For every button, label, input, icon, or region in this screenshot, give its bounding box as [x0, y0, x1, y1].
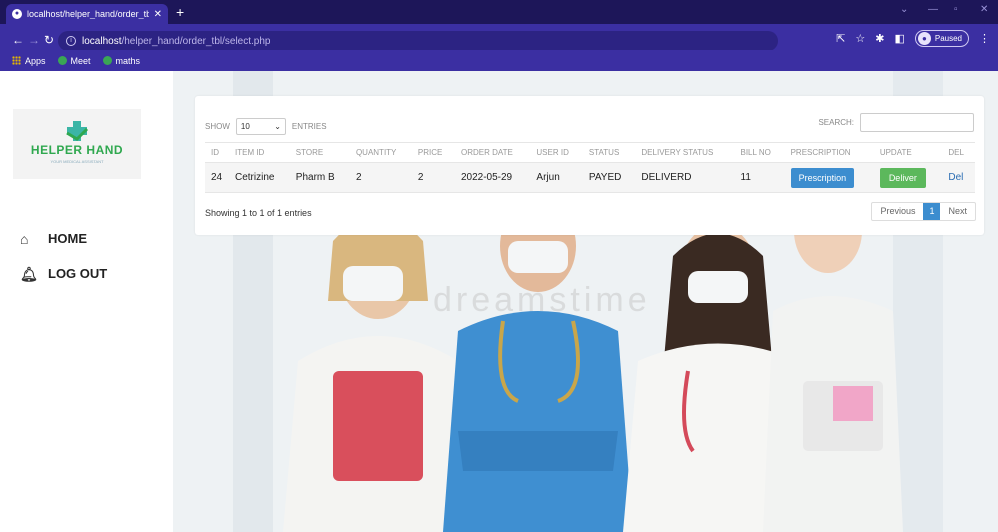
entries-label: ENTRIES: [291, 122, 327, 131]
maths-icon: [102, 56, 112, 65]
nav-logout[interactable]: 🔔︎ LOG OUT: [20, 266, 107, 281]
cell-status: PAYED: [582, 162, 636, 193]
orders-table-card: SHOW 10 ⌄ ENTRIES SEARCH: ID ITEM ID STO…: [195, 96, 984, 235]
cell-update: Deliver: [873, 162, 943, 193]
orders-table: ID ITEM ID STORE QUANTITY PRICE ORDER DA…: [205, 142, 975, 193]
search-label: SEARCH:: [818, 118, 854, 127]
cell-prescription: Prescription: [784, 162, 874, 193]
toolbar-right: ⇱ ☆ ✱ ◧ ● Paused ⋮: [836, 30, 990, 47]
deliver-button[interactable]: Deliver: [879, 167, 926, 188]
cell-store: Pharm B: [289, 162, 350, 193]
nav-home[interactable]: ⌂ HOME: [20, 231, 87, 246]
next-button[interactable]: Next: [940, 203, 975, 220]
back-icon[interactable]: ←: [12, 34, 24, 46]
close-window-icon[interactable]: ✕: [980, 4, 988, 15]
watermark: dreamstime: [433, 281, 651, 319]
forward-icon[interactable]: →: [28, 34, 40, 46]
url-path: /helper_hand/order_tbl/select.php: [121, 35, 271, 47]
column-header[interactable]: QUANTITY: [349, 142, 412, 163]
url-host: localhost: [82, 35, 122, 47]
cell-user-id: Arjun: [530, 162, 583, 193]
table-row: 24 Cetrizine Pharm B 2 2 2022-05-29 Arju…: [205, 162, 975, 193]
entries-control: SHOW 10 ⌄ ENTRIES: [205, 118, 327, 135]
chevron-down-icon: ⌄: [274, 122, 281, 131]
nav-label: HOME: [48, 231, 87, 246]
share-icon[interactable]: ⇱: [836, 32, 845, 45]
column-header[interactable]: ITEM ID: [229, 142, 290, 163]
show-label: SHOW: [205, 122, 230, 131]
reload-icon[interactable]: ↻: [44, 34, 54, 46]
search-input[interactable]: [860, 113, 974, 132]
home-icon: ⌂: [20, 230, 29, 247]
cell-quantity: 2: [349, 162, 412, 193]
page-1-button[interactable]: 1: [923, 203, 941, 220]
entries-value: 10: [240, 122, 250, 131]
pagination: Previous 1 Next: [871, 202, 976, 221]
minimize-icon[interactable]: —: [928, 4, 938, 15]
logo-tagline: YOUR MEDICAL ASSISTANT: [50, 159, 104, 164]
cell-order-date: 2022-05-29: [454, 162, 531, 193]
logo: HELPER HAND YOUR MEDICAL ASSISTANT: [13, 109, 141, 179]
cell-item-id: Cetrizine: [229, 162, 290, 193]
close-tab-icon[interactable]: ✕: [154, 9, 162, 20]
bookmark-label: Meet: [70, 55, 91, 66]
medical-cross-icon: [66, 121, 89, 141]
column-header[interactable]: DEL: [942, 142, 975, 163]
cell-price: 2: [411, 162, 455, 193]
bookmark-label: maths: [115, 55, 141, 66]
new-tab-icon[interactable]: +: [176, 5, 184, 19]
bookmarks-bar: Apps Meet maths: [0, 50, 998, 71]
table-info: Showing 1 to 1 of 1 entries: [205, 208, 312, 218]
site-info-icon[interactable]: i: [66, 36, 76, 46]
cell-del: Del: [942, 162, 975, 193]
sidebar: HELPER HAND YOUR MEDICAL ASSISTANT ⌂ HOM…: [0, 71, 173, 532]
prescription-button[interactable]: Prescription: [790, 167, 855, 188]
menu-icon[interactable]: ⋮: [979, 32, 990, 45]
column-header[interactable]: ID: [205, 142, 229, 163]
bell-icon: 🔔︎: [20, 265, 38, 282]
column-header[interactable]: USER ID: [530, 142, 583, 163]
bookmark-meet[interactable]: Meet: [57, 55, 91, 66]
profile-label: Paused: [934, 34, 962, 43]
avatar: ●: [917, 32, 931, 45]
bookmark-apps[interactable]: Apps: [12, 56, 46, 66]
extensions-icon[interactable]: ✱: [875, 32, 884, 45]
column-header[interactable]: STORE: [289, 142, 350, 163]
column-header[interactable]: UPDATE: [873, 142, 943, 163]
previous-button[interactable]: Previous: [872, 203, 923, 220]
column-header[interactable]: PRESCRIPTION: [784, 142, 874, 163]
bookmark-label: Apps: [25, 55, 46, 66]
column-header[interactable]: ORDER DATE: [454, 142, 531, 163]
logo-text: HELPER HAND: [30, 143, 124, 157]
browser-tab[interactable]: ● localhost/helper_hand/order_tbl/s ✕: [6, 4, 168, 24]
cell-delivery-status: DELIVERD: [635, 162, 735, 193]
restore-icon[interactable]: ▫: [954, 4, 958, 15]
meet-icon: [57, 56, 67, 65]
sidepanel-icon[interactable]: ◧: [894, 32, 904, 45]
column-header[interactable]: STATUS: [582, 142, 636, 163]
bookmark-maths[interactable]: maths: [102, 55, 141, 66]
chevron-down-icon[interactable]: ⌄: [900, 4, 908, 15]
column-header[interactable]: PRICE: [411, 142, 455, 163]
nav-label: LOG OUT: [48, 266, 108, 281]
tab-title: localhost/helper_hand/order_tbl/s: [27, 9, 149, 19]
cell-id: 24: [205, 162, 229, 193]
column-header[interactable]: DELIVERY STATUS: [635, 142, 735, 163]
column-header[interactable]: BILL NO: [734, 142, 785, 163]
entries-select[interactable]: 10 ⌄: [235, 118, 286, 135]
browser-tab-bar: ● localhost/helper_hand/order_tbl/s ✕ + …: [0, 0, 998, 24]
profile-button[interactable]: ● Paused: [914, 30, 969, 47]
search-control: SEARCH:: [818, 113, 974, 132]
favicon-icon: ●: [12, 9, 22, 19]
cell-bill-no: 11: [734, 162, 785, 193]
apps-grid-icon: [12, 56, 21, 65]
address-bar[interactable]: i localhost /helper_hand/order_tbl/selec…: [58, 31, 778, 51]
star-icon[interactable]: ☆: [855, 32, 865, 45]
table-header-row: ID ITEM ID STORE QUANTITY PRICE ORDER DA…: [205, 142, 975, 163]
delete-link[interactable]: Del: [948, 172, 963, 183]
